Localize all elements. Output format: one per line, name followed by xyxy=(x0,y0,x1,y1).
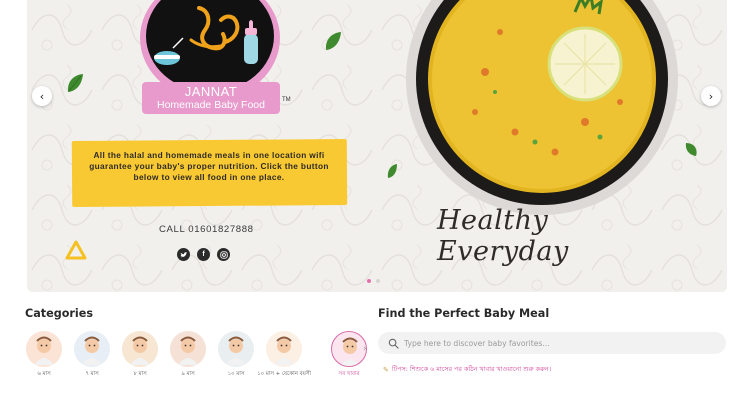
all-foods-icon xyxy=(331,331,367,367)
carousel-dot[interactable] xyxy=(367,279,371,283)
category-label: ৬ মাস xyxy=(37,371,51,377)
carousel-dot[interactable] xyxy=(376,279,380,283)
leaf-decoration xyxy=(67,74,83,92)
carousel-next-button[interactable]: › xyxy=(701,86,721,106)
healthy-everyday-script: Healthy Everyday xyxy=(437,205,569,267)
search-bar[interactable] xyxy=(378,332,726,354)
category-label: সব খাবার xyxy=(338,371,360,377)
phone-number[interactable]: CALL 01601827888 xyxy=(159,224,254,235)
leaf-decoration xyxy=(325,32,341,50)
baby-9-months-icon xyxy=(170,331,206,367)
categories-next-arrow-icon[interactable]: › xyxy=(363,344,367,354)
baby-7-months-icon xyxy=(74,331,110,367)
categories-heading: Categories xyxy=(25,307,93,320)
baby-10-plus-icon xyxy=(266,331,302,367)
search-icon xyxy=(388,338,399,349)
page: JANNAT Homemade Baby Food TM All the hal… xyxy=(0,0,755,400)
tip-message: ✎ টিপস: শিশুকে ৬ মাসের পর কঠিন খাবার খাও… xyxy=(383,364,551,375)
carousel-prev-button[interactable]: ‹ xyxy=(32,86,52,106)
brand-label: JANNAT Homemade Baby Food xyxy=(142,82,280,114)
category-item[interactable]: ৭ মাস xyxy=(70,331,114,379)
khichuri-bowl-image xyxy=(406,0,678,215)
category-item[interactable]: সব খাবার xyxy=(327,331,371,379)
hero-banner[interactable]: JANNAT Homemade Baby Food TM All the hal… xyxy=(27,0,727,292)
categories-list: ৬ মাস ৭ মাস ৮ মাস ৯ মাস ১০ মাস ১০ মাস + যেকোন… xyxy=(22,331,372,386)
category-item[interactable]: ১০ মাস xyxy=(214,331,258,379)
category-label: ৭ মাস xyxy=(85,371,99,377)
category-label: ৮ মাস xyxy=(133,371,147,377)
instagram-icon[interactable] xyxy=(217,248,230,261)
carousel-dots xyxy=(367,279,380,283)
baby-6-months-icon xyxy=(26,331,62,367)
search-input[interactable] xyxy=(404,338,704,348)
brand-name: JANNAT xyxy=(184,84,238,99)
baby-10-months-icon xyxy=(218,331,254,367)
category-item[interactable]: ৮ মাস xyxy=(118,331,162,379)
trademark: TM xyxy=(282,97,291,103)
category-label: ১০ মাস xyxy=(227,371,245,377)
finder-heading: Find the Perfect Baby Meal xyxy=(378,307,550,320)
category-item[interactable]: ৯ মাস xyxy=(166,331,210,379)
tip-text: টিপস: শিশুকে ৬ মাসের পর কঠিন খাবার খাওয়… xyxy=(391,365,552,373)
facebook-icon[interactable]: f xyxy=(197,248,210,261)
category-item[interactable]: ১০ মাস + যেকোন বয়সী xyxy=(254,331,314,379)
social-links: f xyxy=(177,248,230,261)
twitter-icon[interactable] xyxy=(177,248,190,261)
tagline-text: All the halal and homemade meals in one … xyxy=(89,150,329,183)
category-label: ৯ মাস xyxy=(181,371,195,377)
brand-subtitle: Homemade Baby Food xyxy=(157,99,265,111)
baby-8-months-icon xyxy=(122,331,158,367)
leaf-decoration xyxy=(387,164,397,178)
category-item[interactable]: ৬ মাস xyxy=(22,331,66,379)
leaf-decoration xyxy=(685,143,697,156)
category-label: ১০ মাস + যেকোন বয়সী xyxy=(257,371,311,377)
triangle-decoration xyxy=(65,240,87,260)
tag-icon: ✎ xyxy=(383,365,389,374)
